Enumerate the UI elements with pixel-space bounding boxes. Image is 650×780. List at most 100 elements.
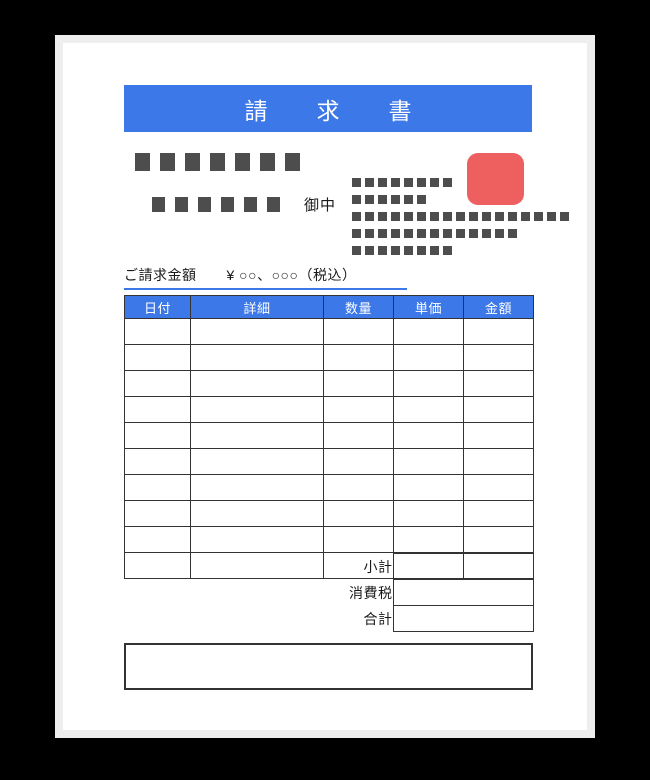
table-cell-r4-c0[interactable] <box>124 422 191 449</box>
table-row <box>124 422 534 449</box>
totals-table: 小計 消費税 合計 <box>124 553 534 632</box>
issuer-placeholder-block <box>430 178 439 187</box>
issuer-placeholder-block <box>482 229 491 238</box>
table-row <box>124 396 534 423</box>
issuer-placeholder-block <box>508 212 517 221</box>
table-cell-r8-c3[interactable] <box>393 526 464 553</box>
invoice-page: 請 求 書 御中 ご請求金額 ¥ ○○、○○○（税込） 日付 詳細 数量 単価 … <box>63 43 587 730</box>
addressee-placeholder-block <box>235 153 250 171</box>
table-cell-r4-c3[interactable] <box>393 422 464 449</box>
table-cell-r7-c2[interactable] <box>323 500 394 527</box>
issuer-placeholder-block <box>508 229 517 238</box>
table-cell-r3-c0[interactable] <box>124 396 191 423</box>
table-cell-r0-c1[interactable] <box>190 318 324 345</box>
table-cell-r8-c4[interactable] <box>463 526 534 553</box>
issuer-placeholder-block <box>560 212 569 221</box>
issuer-placeholder-block <box>404 178 413 187</box>
table-cell-r2-c4[interactable] <box>463 370 534 397</box>
table-cell-r5-c0[interactable] <box>124 448 191 475</box>
table-cell-r3-c3[interactable] <box>393 396 464 423</box>
table-row <box>124 526 534 553</box>
table-cell-r6-c1[interactable] <box>190 474 324 501</box>
issuer-placeholder-block <box>534 212 543 221</box>
addressee-placeholder-block <box>221 197 234 212</box>
table-cell-r8-c2[interactable] <box>323 526 394 553</box>
table-cell-r6-c4[interactable] <box>463 474 534 501</box>
table-cell-r1-c1[interactable] <box>190 344 324 371</box>
addressee-placeholder-block <box>285 153 300 171</box>
table-cell-r4-c1[interactable] <box>190 422 324 449</box>
table-cell-r1-c4[interactable] <box>463 344 534 371</box>
table-cell-r1-c2[interactable] <box>323 344 394 371</box>
table-cell-r6-c2[interactable] <box>323 474 394 501</box>
table-cell-r2-c1[interactable] <box>190 370 324 397</box>
totals-value-1[interactable] <box>392 579 534 606</box>
notes-box[interactable] <box>124 643 533 690</box>
issuer-placeholder-block <box>352 246 361 255</box>
totals-value-0[interactable] <box>392 553 534 580</box>
table-cell-r0-c4[interactable] <box>463 318 534 345</box>
issuer-placeholder-block <box>417 212 426 221</box>
table-cell-r6-c3[interactable] <box>393 474 464 501</box>
table-cell-r5-c1[interactable] <box>190 448 324 475</box>
issuer-placeholder-block <box>378 212 387 221</box>
table-cell-r0-c0[interactable] <box>124 318 191 345</box>
table-cell-r7-c4[interactable] <box>463 500 534 527</box>
issuer-placeholder-block <box>417 195 426 204</box>
issuer-placeholder-block <box>521 212 530 221</box>
table-cell-r1-c0[interactable] <box>124 344 191 371</box>
addressee-placeholder-block <box>185 153 200 171</box>
issuer-placeholder-block <box>417 178 426 187</box>
table-cell-r8-c1[interactable] <box>190 526 324 553</box>
table-cell-r7-c1[interactable] <box>190 500 324 527</box>
table-cell-r6-c0[interactable] <box>124 474 191 501</box>
issuer-placeholder-block <box>404 246 413 255</box>
addressee-placeholder-block <box>244 197 257 212</box>
table-cell-r0-c3[interactable] <box>393 318 464 345</box>
totals-row: 合計 <box>124 605 534 632</box>
table-cell-r3-c1[interactable] <box>190 396 324 423</box>
totals-row: 消費税 <box>124 579 534 606</box>
issuer-placeholder-block <box>443 178 452 187</box>
issuer-placeholder-block <box>391 246 400 255</box>
table-cell-r3-c4[interactable] <box>463 396 534 423</box>
table-cell-r2-c2[interactable] <box>323 370 394 397</box>
table-header-row: 日付 詳細 数量 単価 金額 <box>124 295 534 319</box>
line-items-body <box>124 318 534 579</box>
issuer-placeholder-row-2 <box>352 195 430 204</box>
table-cell-r4-c2[interactable] <box>323 422 394 449</box>
column-header-4: 金額 <box>463 295 534 319</box>
table-cell-r5-c4[interactable] <box>463 448 534 475</box>
table-cell-r2-c3[interactable] <box>393 370 464 397</box>
table-cell-r1-c3[interactable] <box>393 344 464 371</box>
totals-spacer <box>124 554 323 580</box>
issuer-placeholder-block <box>391 212 400 221</box>
table-cell-r2-c0[interactable] <box>124 370 191 397</box>
column-header-3: 単価 <box>393 295 464 319</box>
billed-amount-line: ご請求金額 ¥ ○○、○○○（税込） <box>124 265 407 290</box>
issuer-placeholder-block <box>443 212 452 221</box>
table-cell-r5-c3[interactable] <box>393 448 464 475</box>
table-cell-r3-c2[interactable] <box>323 396 394 423</box>
table-row <box>124 474 534 501</box>
addressee-placeholder-block <box>135 153 150 171</box>
table-cell-r0-c2[interactable] <box>323 318 394 345</box>
issuer-placeholder-block <box>430 212 439 221</box>
issuer-placeholder-block <box>443 229 452 238</box>
issuer-placeholder-block <box>417 229 426 238</box>
table-cell-r7-c3[interactable] <box>393 500 464 527</box>
issuer-placeholder-block <box>547 212 556 221</box>
table-cell-r7-c0[interactable] <box>124 500 191 527</box>
issuer-placeholder-block <box>469 229 478 238</box>
table-cell-r4-c4[interactable] <box>463 422 534 449</box>
issuer-placeholder-block <box>365 246 374 255</box>
column-header-1: 詳細 <box>190 295 324 319</box>
table-cell-r5-c2[interactable] <box>323 448 394 475</box>
issuer-placeholder-block <box>365 178 374 187</box>
issuer-placeholder-block <box>378 229 387 238</box>
addressee-placeholder-block <box>267 197 280 212</box>
totals-value-2[interactable] <box>392 605 534 632</box>
table-cell-r8-c0[interactable] <box>124 526 191 553</box>
issuer-placeholder-block <box>456 212 465 221</box>
totals-spacer <box>124 606 323 632</box>
